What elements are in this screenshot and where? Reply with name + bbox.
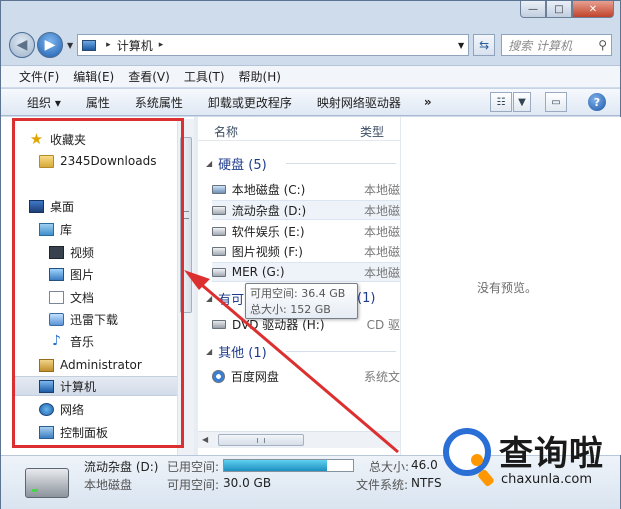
magnifier-handle-icon bbox=[477, 468, 495, 488]
watermark-text: 查询啦 bbox=[499, 434, 604, 474]
watermark-logo: 查询啦 chaxunla.com bbox=[437, 420, 621, 509]
watermark-url: chaxunla.com bbox=[501, 472, 592, 487]
